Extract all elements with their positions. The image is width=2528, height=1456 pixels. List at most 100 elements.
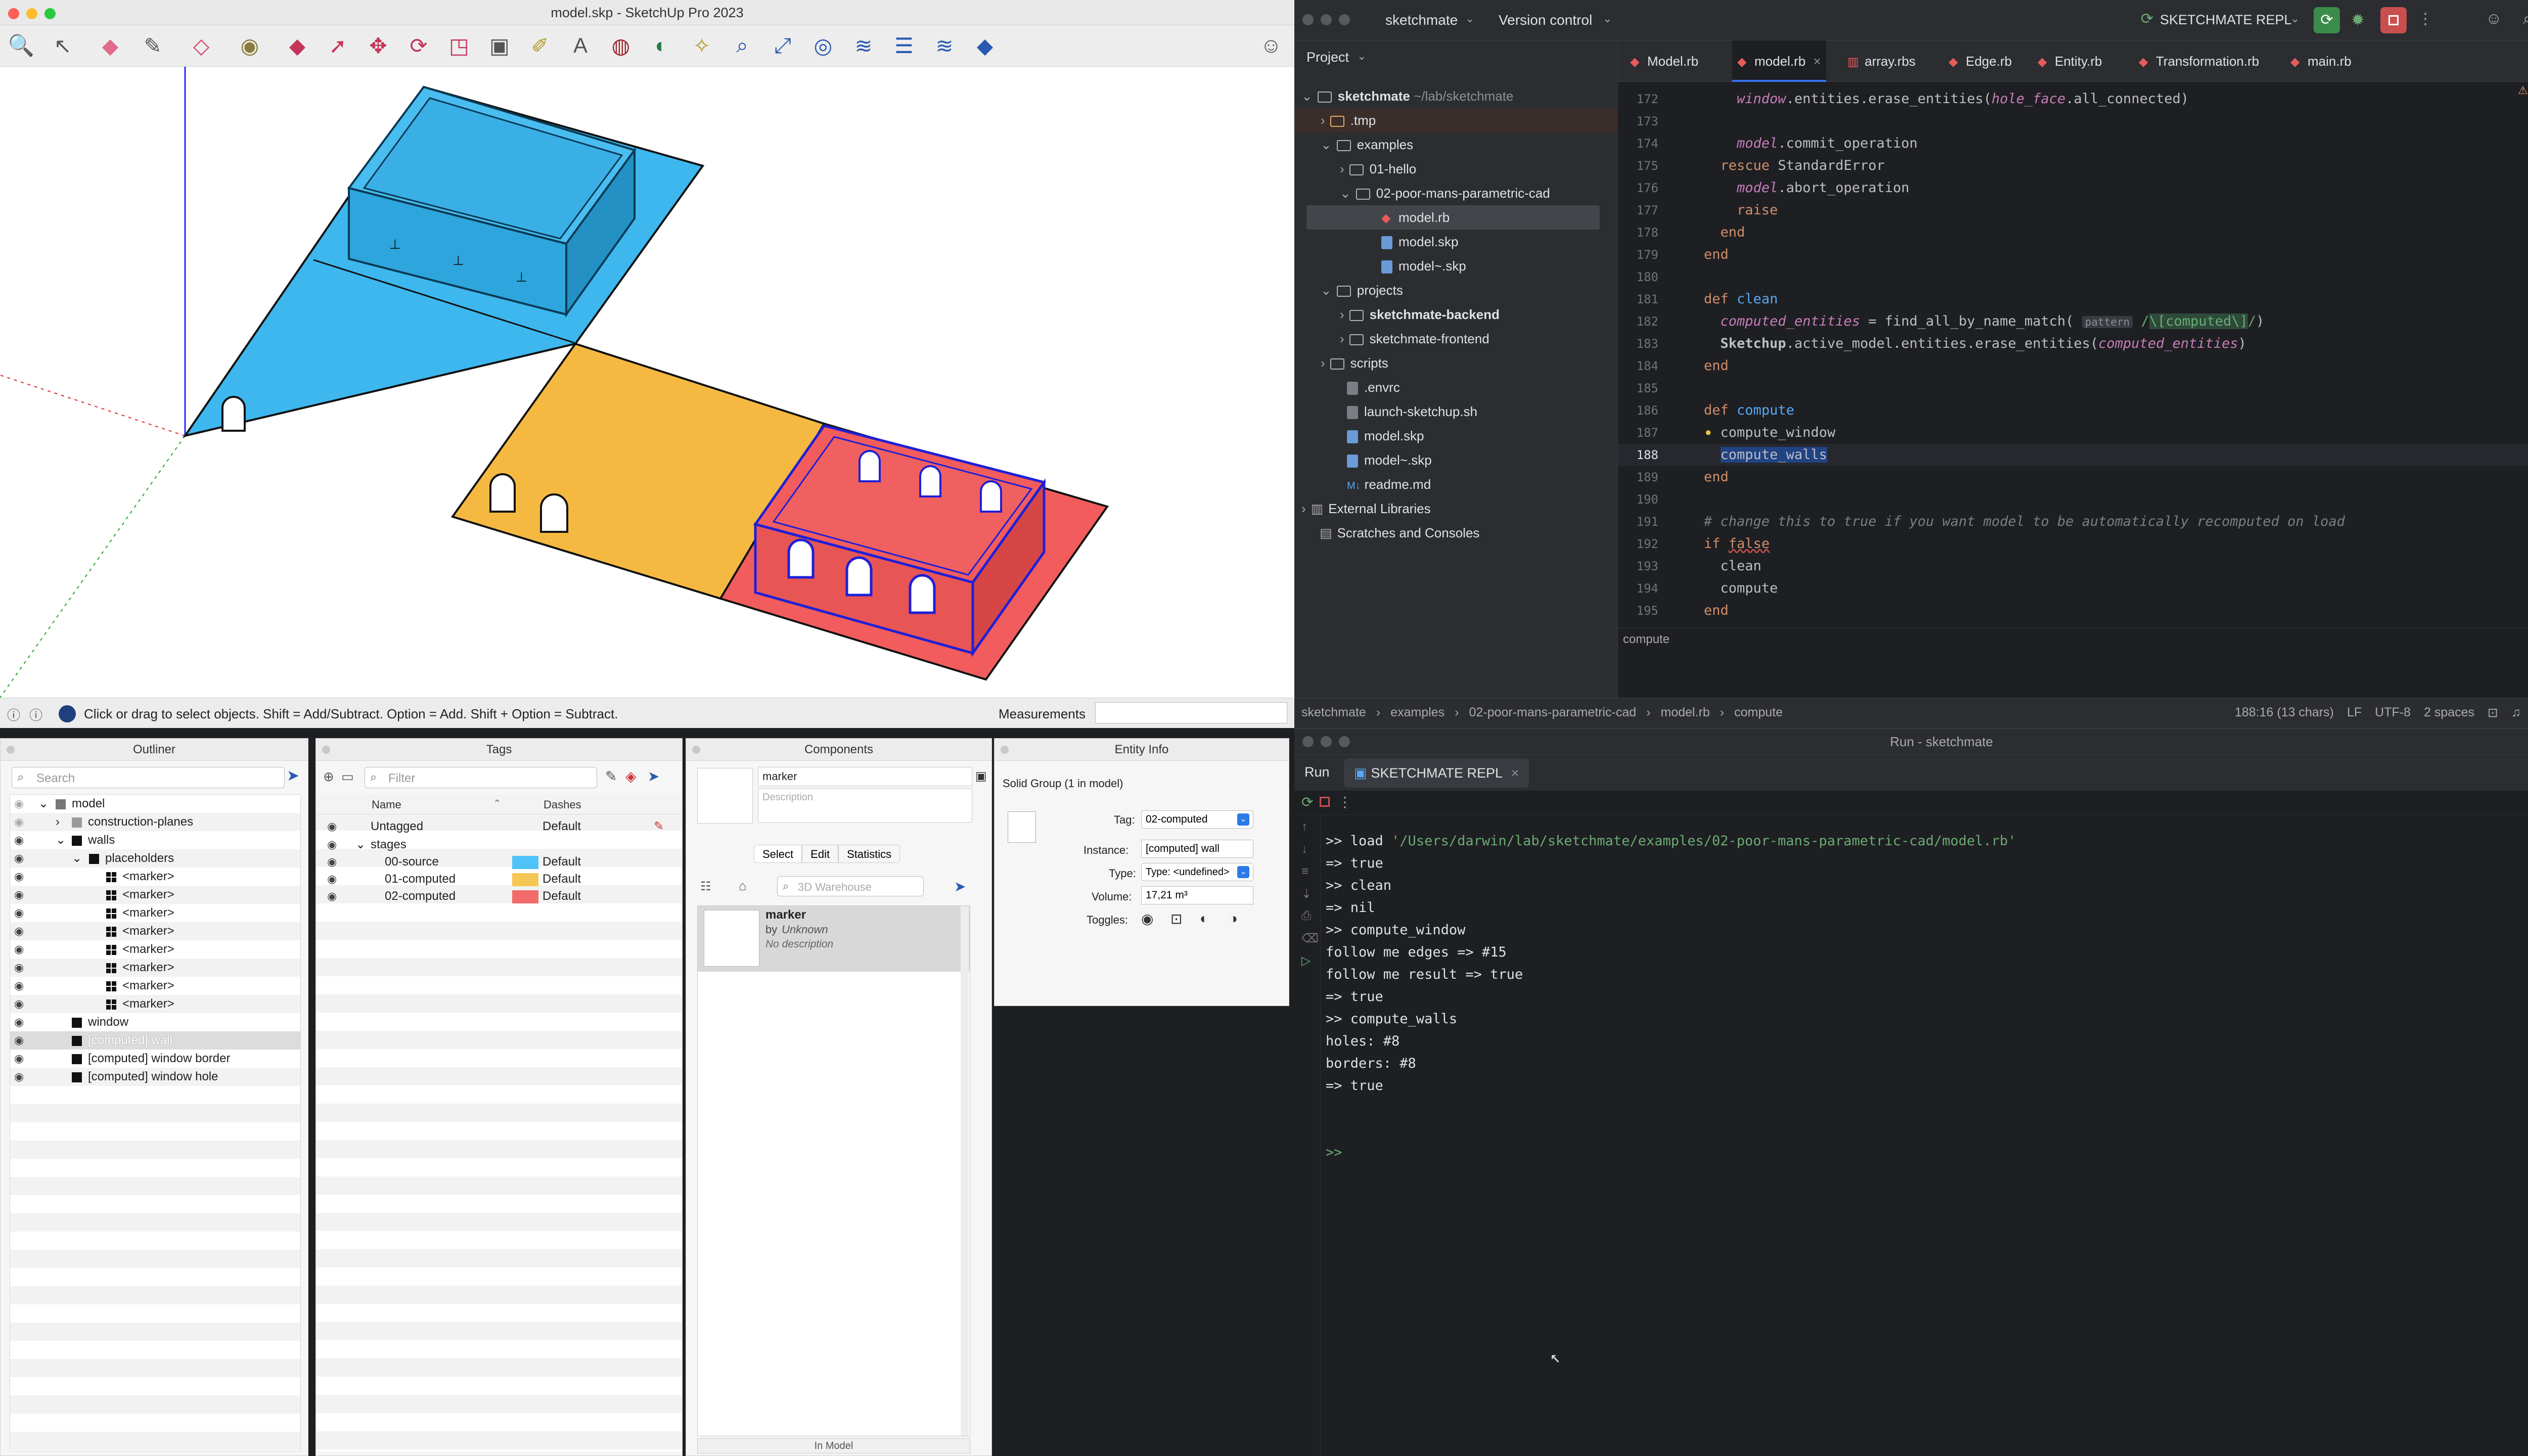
- chevron-down-icon[interactable]: ⌄: [1237, 813, 1249, 826]
- eye-icon[interactable]: ◉: [327, 887, 337, 905]
- tree-row[interactable]: M↓ readme.md: [1347, 472, 1431, 496]
- tab-array-rbs[interactable]: ▥ array.rbs: [1842, 40, 1921, 82]
- eye-icon[interactable]: ◉: [14, 1013, 24, 1031]
- 3d-viewport[interactable]: ⊥ ⊥ ⊥: [0, 67, 1294, 698]
- instance-input[interactable]: [computed] wall: [1141, 840, 1253, 858]
- lock-icon[interactable]: ⊡: [2488, 705, 2498, 720]
- code-editor[interactable]: ⚠9 ⚠9 ✓5 ⌃ ⌄ 172 window.entities.erase_e…: [1618, 82, 2528, 668]
- warehouse-icon[interactable]: ◎: [809, 31, 837, 60]
- stop-button[interactable]: [2380, 7, 2407, 33]
- expand-icon[interactable]: ›: [1321, 113, 1325, 128]
- tag-row[interactable]: ◉ Untagged Default ✎: [316, 817, 682, 836]
- eye-icon[interactable]: ◉: [327, 853, 337, 871]
- outliner-row[interactable]: ◉ [computed] window border: [10, 1050, 300, 1068]
- crumb[interactable]: 02-poor-mans-parametric-cad: [1469, 705, 1637, 720]
- project-switcher[interactable]: sketchmate: [1385, 12, 1458, 28]
- measurements-input[interactable]: [1095, 702, 1287, 723]
- outliner-row[interactable]: ◉ <marker>: [10, 959, 300, 977]
- component-details-icon[interactable]: ▣: [975, 769, 987, 784]
- entity-swatch[interactable]: [1008, 811, 1036, 843]
- tree-row[interactable]: › sketchmate-backend: [1340, 302, 1500, 327]
- repl-tab[interactable]: ▣ SKETCHMATE REPL ×: [1344, 758, 1529, 788]
- tag-color-swatch[interactable]: [512, 873, 538, 886]
- eye-icon[interactable]: ◉: [327, 817, 337, 836]
- expand-icon[interactable]: ⌄: [1321, 137, 1332, 152]
- scrollbar[interactable]: [961, 906, 969, 1436]
- eye-icon[interactable]: ◉: [14, 977, 24, 995]
- account-icon[interactable]: ☺: [1257, 31, 1285, 60]
- move-tool-icon[interactable]: ✥: [364, 31, 392, 60]
- outliner-row[interactable]: ◉ <marker>: [10, 922, 300, 940]
- eye-icon[interactable]: ◉: [14, 849, 24, 868]
- indent-settings[interactable]: 2 spaces: [2424, 705, 2474, 720]
- tab-edge-rb[interactable]: ◆ Edge.rb: [1944, 40, 2017, 82]
- tags-filter-input[interactable]: ⌕ Filter: [365, 767, 597, 788]
- eye-icon[interactable]: ◉: [14, 813, 24, 831]
- rotate-tool-icon[interactable]: ⟳: [404, 31, 433, 60]
- outliner-row[interactable]: ◉ ⌄ placeholders: [10, 849, 300, 868]
- chevron-down-icon[interactable]: ⌄: [1357, 50, 1366, 63]
- text-tool-icon[interactable]: A: [566, 31, 595, 60]
- tree-row[interactable]: › sketchmate-frontend: [1340, 327, 1489, 351]
- expand-icon[interactable]: ›: [1340, 161, 1344, 176]
- col-name[interactable]: Name: [372, 798, 401, 811]
- repl-output[interactable]: >> load '/Users/darwin/lab/sketchmate/ex…: [1294, 830, 2528, 1456]
- close-tab-icon[interactable]: ×: [1511, 765, 1519, 781]
- sort-icon[interactable]: ⌃: [493, 797, 502, 810]
- tree-row[interactable]: › ▥ External Libraries: [1301, 496, 1431, 521]
- styles-icon[interactable]: ◆: [971, 31, 999, 60]
- expand-icon[interactable]: ⌄: [355, 836, 366, 854]
- visibility-toggle-icon[interactable]: ◉: [1141, 911, 1153, 927]
- tag-color-swatch[interactable]: [512, 890, 538, 903]
- panel-close-icon[interactable]: [692, 746, 700, 754]
- add-folder-icon[interactable]: ▭: [341, 769, 354, 785]
- credit-icon[interactable]: ⓘ: [29, 705, 42, 724]
- col-dashes[interactable]: Dashes: [544, 798, 581, 811]
- layers-icon[interactable]: ☰: [890, 31, 918, 60]
- expand-icon[interactable]: ›: [1301, 501, 1306, 516]
- extension-icon[interactable]: ≋: [849, 31, 878, 60]
- crumb[interactable]: compute: [1734, 705, 1783, 720]
- expand-icon[interactable]: ›: [56, 813, 60, 831]
- panel-close-icon[interactable]: [322, 746, 330, 754]
- tree-row[interactable]: › scripts: [1321, 351, 1388, 375]
- component-name-input[interactable]: marker: [758, 767, 972, 786]
- repl-prompt[interactable]: >>: [1326, 1142, 1342, 1164]
- eye-icon[interactable]: ◉: [14, 922, 24, 940]
- tree-row[interactable]: ⌄ 02-poor-mans-parametric-cad: [1340, 181, 1550, 205]
- chevron-down-icon[interactable]: ⌄: [2290, 12, 2299, 25]
- chevron-down-icon[interactable]: ⌄: [1237, 866, 1249, 878]
- eye-icon[interactable]: ◉: [14, 1050, 24, 1068]
- lightbulb-icon[interactable]: ●: [1705, 426, 1711, 439]
- rerun-icon[interactable]: ⟳: [1301, 794, 1313, 810]
- close-window-icon[interactable]: [1302, 14, 1314, 25]
- outliner-row[interactable]: ◉ <marker>: [10, 868, 300, 886]
- tree-row[interactable]: › .tmp: [1294, 108, 1618, 132]
- eye-icon[interactable]: ◉: [14, 831, 24, 849]
- project-label[interactable]: Project: [1306, 50, 1349, 65]
- tag-select[interactable]: 02-computed: [1141, 810, 1253, 829]
- receive-shadows-icon[interactable]: ◑: [1229, 911, 1238, 927]
- add-user-icon[interactable]: ☺: [2486, 9, 2502, 28]
- forward-icon[interactable]: ➤: [954, 878, 966, 895]
- expand-icon[interactable]: ⌄: [1301, 88, 1313, 104]
- expand-icon[interactable]: ⌄: [1321, 283, 1332, 298]
- expand-icon[interactable]: ⌄: [1340, 186, 1351, 201]
- tab-statistics[interactable]: Statistics: [838, 845, 900, 863]
- warehouse-search-input[interactable]: ⌕ 3D Warehouse: [777, 876, 924, 896]
- search-icon[interactable]: 🔍: [7, 31, 35, 60]
- tab-entity-rb[interactable]: ◆ Entity.rb: [2033, 40, 2107, 82]
- tag-row[interactable]: ◉ 02-computed Default: [316, 887, 682, 905]
- chevron-down-icon[interactable]: ⌄: [1603, 12, 1612, 25]
- caret-position[interactable]: 188:16 (13 chars): [2235, 705, 2334, 720]
- tag-folder-row[interactable]: ◉ ⌄ stages: [316, 836, 682, 854]
- tape-measure-icon[interactable]: ✐: [526, 31, 554, 60]
- view-options-icon[interactable]: ☷: [700, 879, 711, 894]
- shape-tool-icon[interactable]: ◇: [187, 31, 215, 60]
- component-description-input[interactable]: Description: [758, 788, 972, 823]
- chevron-down-icon[interactable]: ⌄: [1465, 12, 1474, 25]
- eye-icon[interactable]: ◉: [14, 904, 24, 922]
- outliner-row[interactable]: ◉ › construction-planes: [10, 813, 300, 831]
- more-icon[interactable]: ⋮: [1338, 794, 1352, 810]
- follow-me-icon[interactable]: ▣: [485, 31, 514, 60]
